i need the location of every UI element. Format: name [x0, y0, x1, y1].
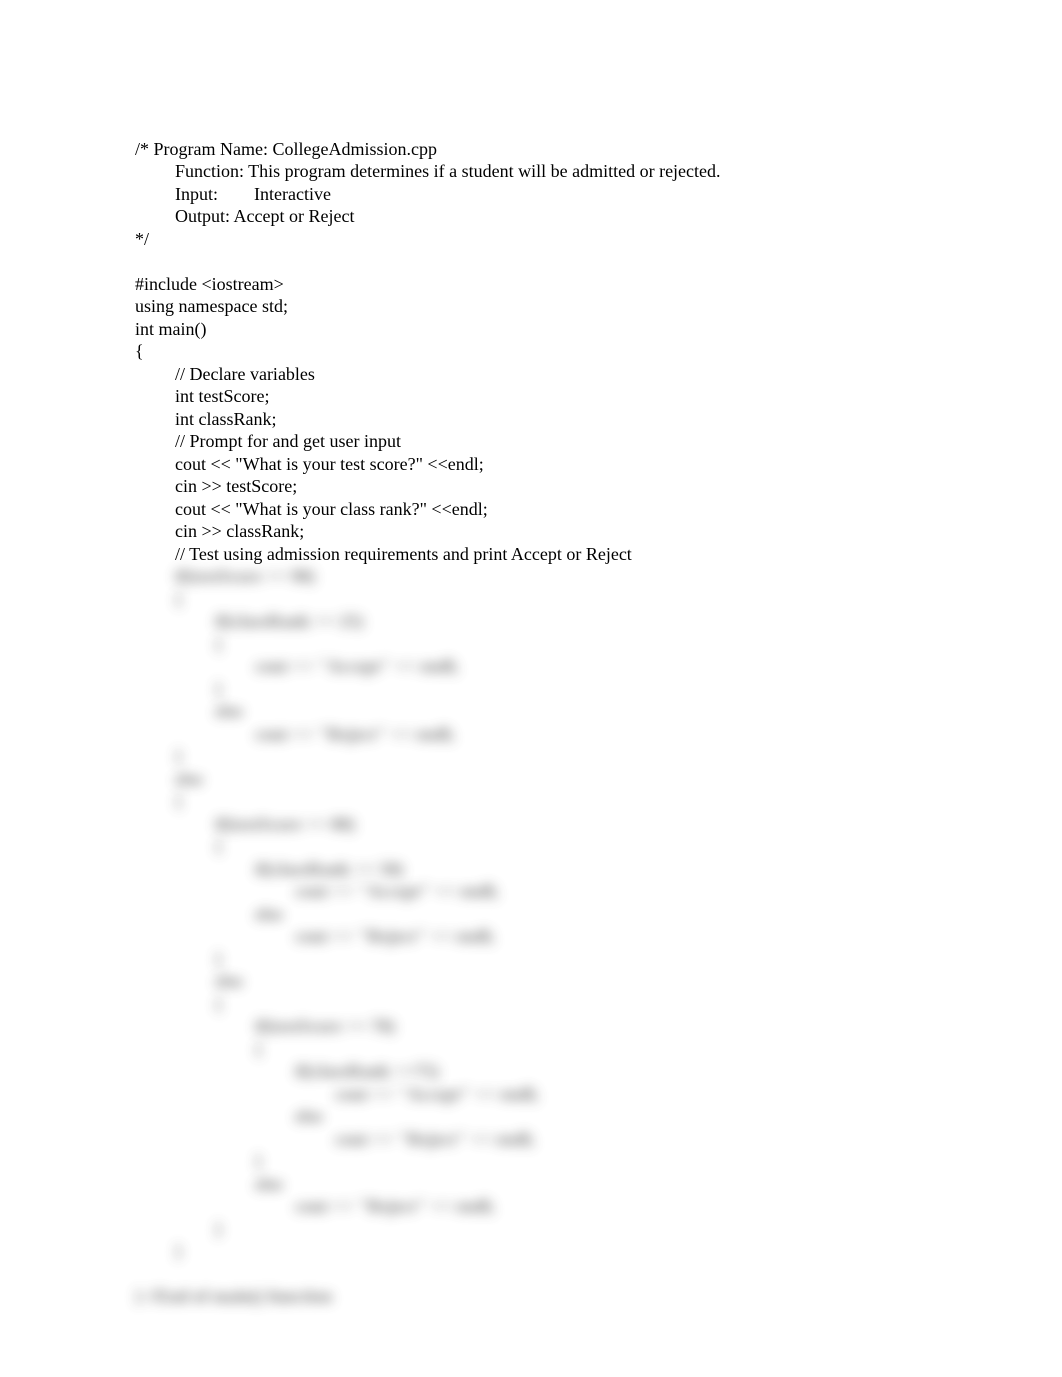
code-line: else	[135, 970, 1002, 993]
code-line: int classRank;	[135, 408, 1002, 431]
code-line: cout << "Reject" << endl;	[135, 1195, 1002, 1218]
code-line: }	[135, 745, 1002, 768]
code-line: using namespace std;	[135, 295, 1002, 318]
code-line: cin >> testScore;	[135, 475, 1002, 498]
code-line: if(classRank >= 25)	[135, 610, 1002, 633]
code-line: }	[135, 678, 1002, 701]
code-line: }	[135, 948, 1002, 971]
code-line: cout << "Accept" << endl;	[135, 655, 1002, 678]
code-line: else	[135, 903, 1002, 926]
code-line: cout << "What is your class rank?" <<end…	[135, 498, 1002, 521]
code-line: cout << "Accept" << endl;	[135, 880, 1002, 903]
code-line: Output: Accept or Reject	[135, 205, 1002, 228]
code-line: {	[135, 633, 1002, 656]
code-line: if(classRank >=75)	[135, 1060, 1002, 1083]
code-line: cin >> classRank;	[135, 520, 1002, 543]
code-line	[135, 1263, 1002, 1286]
code-line: if(testScore >= 70)	[135, 1015, 1002, 1038]
code-line: // Declare variables	[135, 363, 1002, 386]
code-line: } //End of main() function	[135, 1285, 1002, 1308]
code-line: if(testScore >= 80)	[135, 813, 1002, 836]
code-line: // Test using admission requirements and…	[135, 543, 1002, 566]
code-line: }	[135, 1240, 1002, 1263]
code-line: {	[135, 790, 1002, 813]
code-line: if(classRank >= 50)	[135, 858, 1002, 881]
code-line: #include <iostream>	[135, 273, 1002, 296]
code-line: }	[135, 1218, 1002, 1241]
code-line: else	[135, 768, 1002, 791]
code-line: int main()	[135, 318, 1002, 341]
code-line: */	[135, 228, 1002, 251]
code-document: /* Program Name: CollegeAdmission.cppFun…	[0, 0, 1062, 1308]
code-line: {	[135, 340, 1002, 363]
code-line: Function: This program determines if a s…	[135, 160, 1002, 183]
code-line: if(testScore >= 90)	[135, 565, 1002, 588]
code-line: {	[135, 993, 1002, 1016]
code-line: else	[135, 1105, 1002, 1128]
code-line: cout << "Reject" << endl;	[135, 1128, 1002, 1151]
code-line: cout << "Accept" << endl;	[135, 1083, 1002, 1106]
code-line: int testScore;	[135, 385, 1002, 408]
code-line: /* Program Name: CollegeAdmission.cpp	[135, 138, 1002, 161]
code-line: cout << "Reject" << endl;	[135, 925, 1002, 948]
code-line: {	[135, 1038, 1002, 1061]
code-line: else	[135, 1173, 1002, 1196]
code-line: Input: Interactive	[135, 183, 1002, 206]
code-line: cout << "Reject" << endl;	[135, 723, 1002, 746]
code-line: else	[135, 700, 1002, 723]
code-line: // Prompt for and get user input	[135, 430, 1002, 453]
code-line: {	[135, 588, 1002, 611]
code-line: {	[135, 835, 1002, 858]
code-line: }	[135, 1150, 1002, 1173]
code-line	[135, 250, 1002, 273]
code-line: cout << "What is your test score?" <<end…	[135, 453, 1002, 476]
